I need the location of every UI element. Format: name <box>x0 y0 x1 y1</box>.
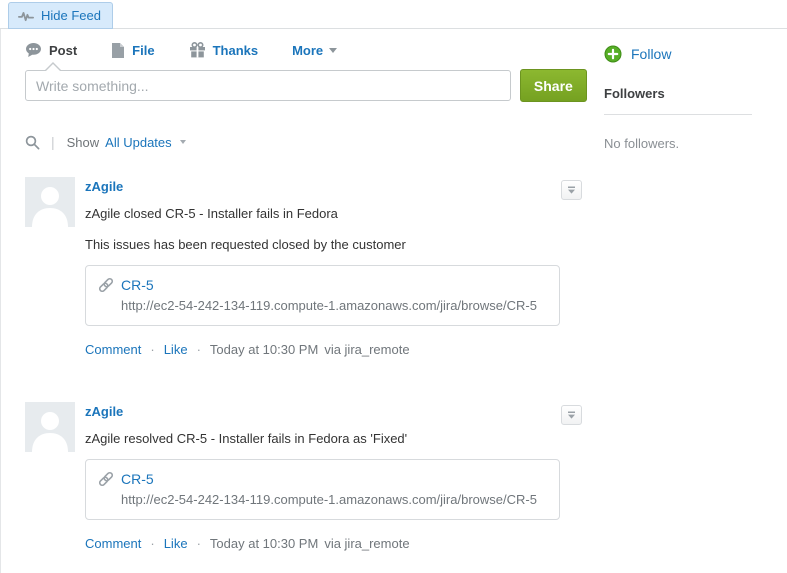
comment-link[interactable]: Comment <box>85 536 141 551</box>
tab-thanks-label: Thanks <box>213 43 259 58</box>
feed-item-menu-button[interactable] <box>561 180 582 200</box>
link-chain-icon <box>98 471 114 487</box>
link-url: http://ec2-54-242-134-119.compute-1.amaz… <box>121 298 547 313</box>
link-chain-icon <box>98 277 114 293</box>
menu-caret-icon <box>567 411 576 419</box>
author-link[interactable]: zAgile <box>85 404 123 419</box>
feed-item-actions: Comment · Like · Today at 10:30 PM via j… <box>85 536 560 551</box>
hide-feed-tab[interactable]: Hide Feed <box>8 2 113 29</box>
like-link[interactable]: Like <box>164 342 188 357</box>
follow-link[interactable]: Follow <box>631 46 671 62</box>
no-followers-text: No followers. <box>604 136 769 151</box>
tab-post-label: Post <box>49 43 77 58</box>
tab-file-label: File <box>132 43 154 58</box>
author-link[interactable]: zAgile <box>85 179 123 194</box>
follow-plus-icon[interactable] <box>604 45 622 63</box>
link-url: http://ec2-54-242-134-119.compute-1.amaz… <box>121 492 547 507</box>
file-icon <box>111 42 125 59</box>
publisher-tabs: Post File <box>25 40 587 60</box>
feed-controls: | Show All Updates <box>25 133 587 151</box>
feed-tab-strip: Hide Feed <box>0 0 787 29</box>
feed-pulse-icon <box>18 9 34 23</box>
follow-sidebar: Follow Followers No followers. <box>604 29 769 573</box>
feed-page: Post File <box>0 29 787 573</box>
tab-file[interactable]: File <box>111 42 154 59</box>
search-icon[interactable] <box>25 135 40 150</box>
feed-item: zAgile zAgile resolved CR-5 - Installer … <box>25 402 582 551</box>
via-source: via jira_remote <box>324 342 409 357</box>
publisher: Share <box>25 70 587 102</box>
dot-separator: · <box>197 342 201 357</box>
feed-item-headline: zAgile resolved CR-5 - Installer fails i… <box>85 431 560 446</box>
feed-main-column: Post File <box>1 29 587 573</box>
sidebar-divider <box>604 114 752 115</box>
avatar[interactable] <box>25 402 75 452</box>
publisher-pointer <box>45 62 61 70</box>
feed-item-text: This issues has been requested closed by… <box>85 237 560 252</box>
feed-item-actions: Comment · Like · Today at 10:30 PM via j… <box>85 342 560 357</box>
tab-post[interactable]: Post <box>25 42 77 58</box>
feed-list: zAgile zAgile closed CR-5 - Installer fa… <box>25 177 587 551</box>
feed-item-headline: zAgile closed CR-5 - Installer fails in … <box>85 206 560 221</box>
avatar[interactable] <box>25 177 75 227</box>
gift-icon <box>189 42 206 58</box>
menu-caret-icon <box>567 186 576 194</box>
link-title[interactable]: CR-5 <box>121 277 154 293</box>
show-label: Show <box>67 135 100 150</box>
follow-row: Follow <box>604 45 769 63</box>
via-source: via jira_remote <box>324 536 409 551</box>
feed-filter-link[interactable]: All Updates <box>105 135 171 150</box>
dot-separator: · <box>197 536 201 551</box>
followers-heading: Followers <box>604 86 769 101</box>
attached-link-card: CR-5 http://ec2-54-242-134-119.compute-1… <box>85 459 560 520</box>
feed-item-body: zAgile zAgile closed CR-5 - Installer fa… <box>85 177 560 357</box>
more-menu-button[interactable]: More <box>292 43 337 58</box>
tab-thanks[interactable]: Thanks <box>189 42 259 58</box>
post-bubble-icon <box>25 42 42 58</box>
more-label: More <box>292 43 323 58</box>
timestamp[interactable]: Today at 10:30 PM <box>210 536 318 551</box>
dot-separator: · <box>150 342 154 357</box>
chevron-down-icon <box>329 48 337 53</box>
like-link[interactable]: Like <box>164 536 188 551</box>
feed-item-body: zAgile zAgile resolved CR-5 - Installer … <box>85 402 560 551</box>
attached-link-card: CR-5 http://ec2-54-242-134-119.compute-1… <box>85 265 560 326</box>
comment-link[interactable]: Comment <box>85 342 141 357</box>
dot-separator: · <box>150 536 154 551</box>
controls-divider: | <box>51 134 55 150</box>
post-input[interactable] <box>25 70 511 101</box>
share-button[interactable]: Share <box>520 69 587 102</box>
filter-chevron-down-icon[interactable] <box>180 140 186 144</box>
feed-item: zAgile zAgile closed CR-5 - Installer fa… <box>25 177 582 357</box>
feed-item-menu-button[interactable] <box>561 405 582 425</box>
hide-feed-label: Hide Feed <box>41 8 101 23</box>
timestamp[interactable]: Today at 10:30 PM <box>210 342 318 357</box>
link-title[interactable]: CR-5 <box>121 471 154 487</box>
